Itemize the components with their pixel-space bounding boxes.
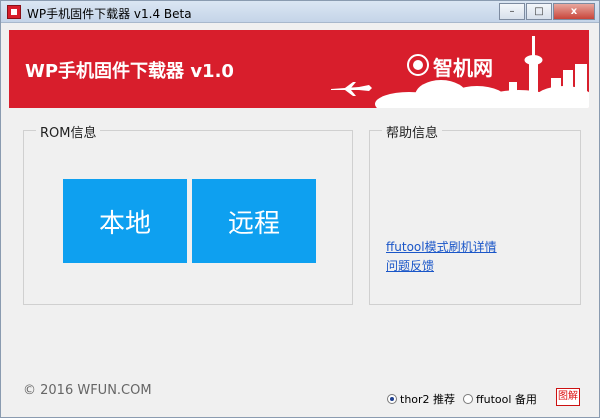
- tool-selector: thor2 推荐 ffutool 备用: [387, 391, 545, 407]
- window-title: WP手机固件下载器 v1.4 Beta: [27, 7, 192, 21]
- local-button[interactable]: 本地: [63, 179, 187, 263]
- close-button[interactable]: x: [553, 3, 595, 20]
- app-window: WP手机固件下载器 v1.4 Beta – □ x WP手机固件下载器 v1.0: [0, 0, 600, 418]
- ffutool-radio-label[interactable]: ffutool 备用: [476, 391, 537, 407]
- app-icon: [7, 5, 21, 19]
- help-group-label: 帮助信息: [382, 122, 443, 141]
- window-controls: – □ x: [498, 3, 595, 20]
- remote-button[interactable]: 远程: [192, 179, 316, 263]
- ffutool-details-link[interactable]: ffutool模式刷机详情: [386, 238, 497, 255]
- title-bar[interactable]: WP手机固件下载器 v1.4 Beta – □ x: [1, 1, 599, 23]
- banner-title: WP手机固件下载器 v1.0: [25, 61, 234, 82]
- minimize-button[interactable]: –: [499, 3, 525, 20]
- airplane-icon: [331, 82, 372, 96]
- rom-info-group: ROM信息 本地 远程: [23, 122, 353, 305]
- thor2-radio-label[interactable]: thor2 推荐: [400, 391, 455, 407]
- header-banner: WP手机固件下载器 v1.0 智机网: [9, 30, 589, 108]
- help-info-group: 帮助信息 ffutool模式刷机详情 问题反馈: [369, 122, 581, 305]
- rom-group-label: ROM信息: [36, 122, 101, 141]
- screenshot-button[interactable]: 图解: [556, 388, 580, 406]
- wfun-logo-icon: [407, 54, 429, 76]
- feedback-link[interactable]: 问题反馈: [386, 257, 434, 274]
- ffutool-radio[interactable]: [463, 394, 474, 404]
- thor2-radio[interactable]: [387, 394, 397, 404]
- copyright-text: © 2016 WFUN.COM: [23, 383, 152, 398]
- logo-text: 智机网: [433, 56, 493, 80]
- maximize-button[interactable]: □: [526, 3, 552, 20]
